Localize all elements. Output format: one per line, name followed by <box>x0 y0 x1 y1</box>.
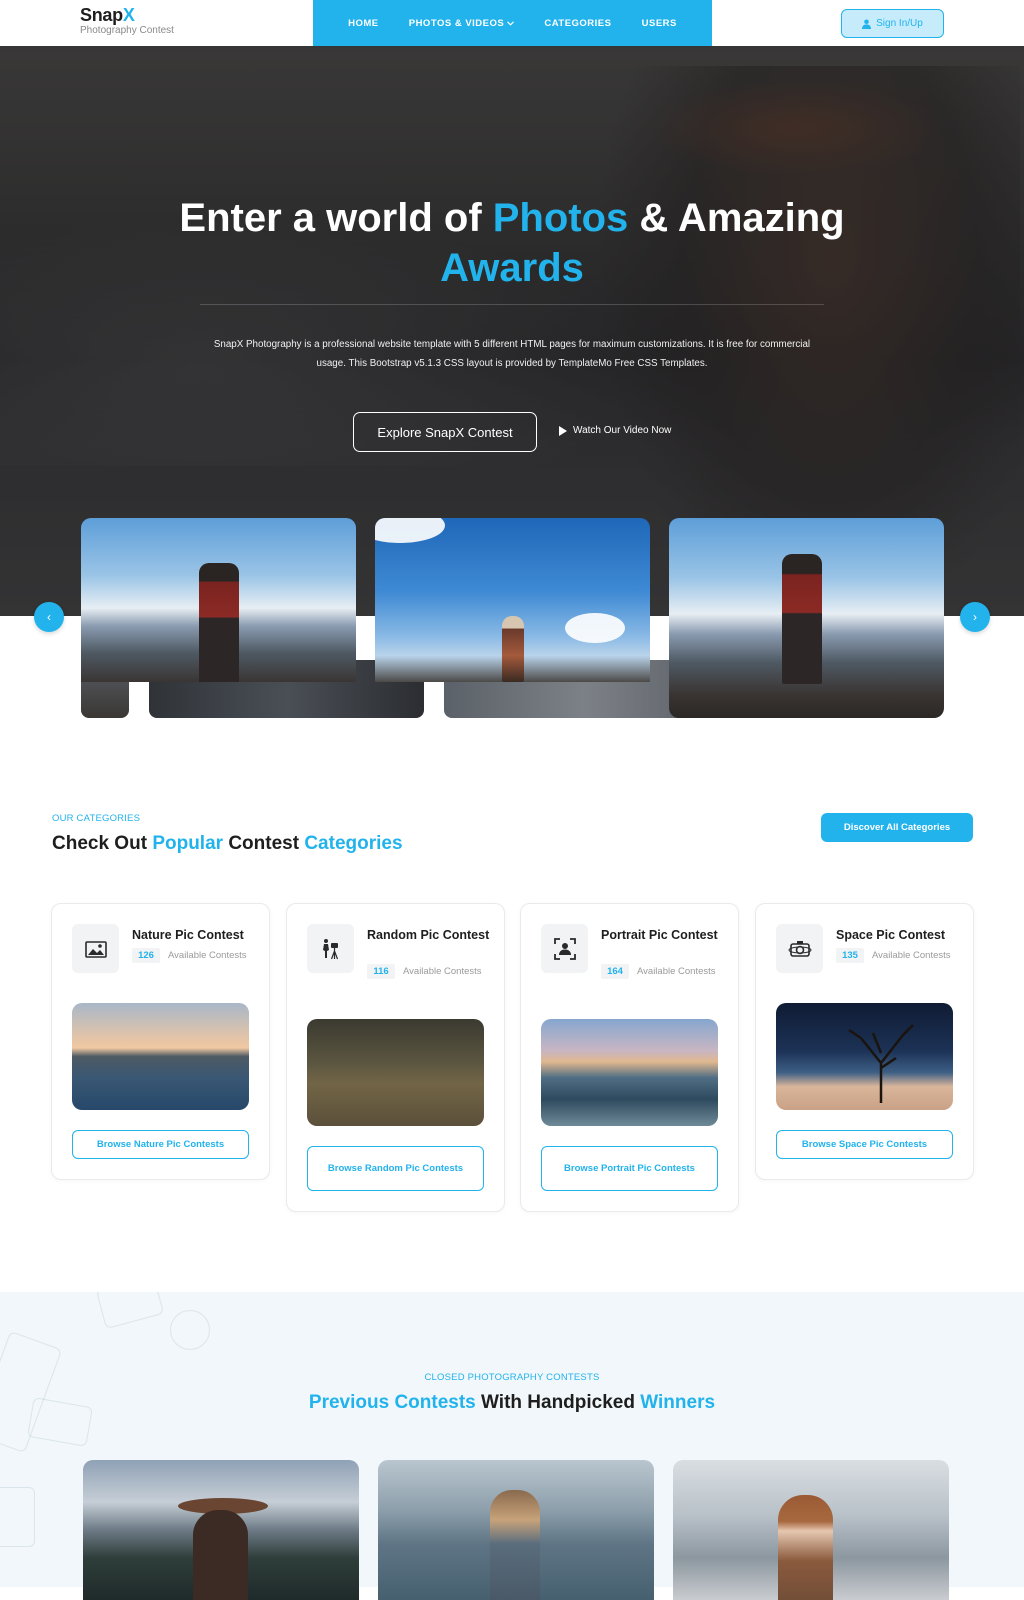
nav-categories[interactable]: CATEGORIES <box>544 18 611 29</box>
category-name: Nature Pic Contest <box>132 928 244 942</box>
category-name: Space Pic Contest <box>836 928 946 942</box>
category-image-portrait <box>541 1019 718 1126</box>
nav-home[interactable]: HOME <box>348 18 379 29</box>
category-card-space: Space Pic Contest 135 Available Contests … <box>755 903 974 1180</box>
site-header: SnapX Photography Contest HOME PHOTOS & … <box>0 0 1024 46</box>
category-card-random: Random Pic Contest 116 Available Contests… <box>286 903 505 1212</box>
category-card-portrait: Portrait Pic Contest 164 Available Contes… <box>520 903 739 1212</box>
logo[interactable]: SnapX Photography Contest <box>80 5 174 36</box>
previous-contest-card-3[interactable] <box>673 1460 949 1600</box>
previous-contest-card-2[interactable] <box>378 1460 654 1600</box>
category-count: 126 Available Contests <box>132 948 257 964</box>
category-name: Random Pic Contest <box>367 928 490 942</box>
carousel-slide-3[interactable] <box>669 518 944 718</box>
category-image-nature <box>72 1003 249 1110</box>
carousel-slide-1[interactable] <box>81 518 356 682</box>
hero-divider <box>200 304 824 305</box>
signin-button[interactable]: Sign In/Up <box>841 9 944 38</box>
doodle-camera <box>95 1292 165 1330</box>
category-image-space <box>776 1003 953 1110</box>
category-count: 116 Available Contests <box>367 964 492 980</box>
landscape-picture-icon <box>72 924 119 973</box>
hero-description: SnapX Photography is a professional webs… <box>213 339 811 369</box>
category-image-random <box>307 1019 484 1126</box>
photographer-tripod-icon <box>307 924 354 973</box>
previous-eyebrow: CLOSED PHOTOGRAPHY CONTESTS <box>424 1372 600 1383</box>
category-count: 135 Available Contests <box>836 948 961 964</box>
category-count: 164 Available Contests <box>601 964 726 980</box>
hero-title: Enter a world of Photos & Amazing Awards <box>179 196 845 290</box>
previous-contest-card-1[interactable] <box>83 1460 359 1600</box>
browse-space-button[interactable]: Browse Space Pic Contests <box>776 1130 953 1159</box>
categories-eyebrow: OUR CATEGORIES <box>52 813 141 824</box>
doodle-lens <box>170 1310 210 1350</box>
portrait-frame-icon <box>541 924 588 973</box>
nav-users[interactable]: USERS <box>642 18 677 29</box>
category-card-nature: Nature Pic Contest 126 Available Contests… <box>51 903 270 1180</box>
user-icon <box>862 19 872 29</box>
logo-text: SnapX <box>80 5 135 25</box>
play-icon <box>559 425 567 436</box>
carousel-prev-button[interactable]: ‹ <box>34 602 64 632</box>
category-name: Portrait Pic Contest <box>601 928 718 942</box>
camera-space-icon <box>776 924 823 973</box>
explore-contest-button[interactable]: Explore SnapX Contest <box>353 412 537 452</box>
carousel-slide-2[interactable] <box>375 518 650 682</box>
categories-title: Check Out Popular Contest Categories <box>52 833 403 854</box>
previous-title: Previous Contests With Handpicked Winner… <box>308 1392 716 1413</box>
carousel-next-button[interactable]: › <box>960 602 990 632</box>
main-nav: HOME PHOTOS & VIDEOS CATEGORIES USERS <box>313 0 712 46</box>
browse-nature-button[interactable]: Browse Nature Pic Contests <box>72 1130 249 1159</box>
discover-categories-button[interactable]: Discover All Categories <box>821 813 973 842</box>
nav-photos-videos[interactable]: PHOTOS & VIDEOS <box>409 18 515 29</box>
browse-random-button[interactable]: Browse Random Pic Contests <box>307 1146 484 1191</box>
watch-video-button[interactable]: Watch Our Video Now <box>559 425 671 436</box>
chevron-down-icon <box>507 20 515 26</box>
logo-subtitle: Photography Contest <box>80 25 174 36</box>
doodle-camera <box>0 1487 35 1547</box>
browse-portrait-button[interactable]: Browse Portrait Pic Contests <box>541 1146 718 1191</box>
